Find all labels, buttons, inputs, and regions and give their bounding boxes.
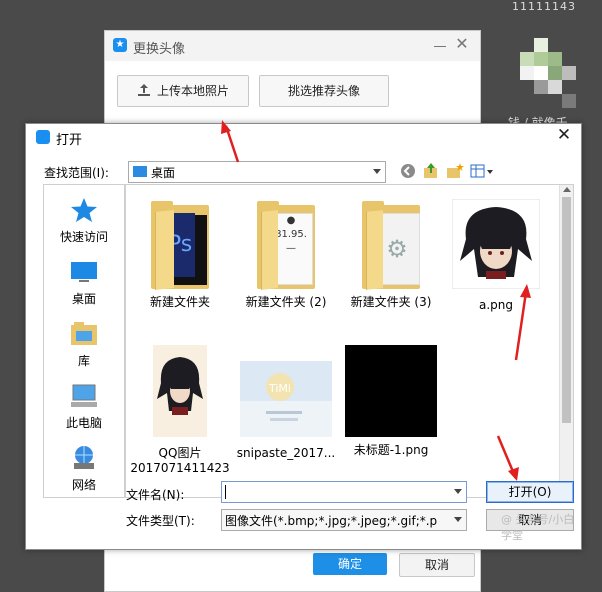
network-icon bbox=[74, 446, 94, 469]
close-icon[interactable]: ✕ bbox=[455, 36, 469, 52]
chevron-down-icon[interactable] bbox=[454, 489, 462, 494]
vertical-scrollbar[interactable] bbox=[559, 185, 573, 497]
look-in-select[interactable]: 桌面 bbox=[128, 161, 386, 183]
file-name: 新建文件夹 (3) bbox=[350, 295, 432, 309]
look-in-value: 桌面 bbox=[151, 166, 176, 180]
file-item[interactable]: ⚙ 新建文件夹 (3) bbox=[339, 201, 443, 310]
text-caret bbox=[225, 485, 226, 499]
recommended-avatar-button[interactable]: 挑选推荐头像 bbox=[259, 75, 389, 107]
chevron-down-icon[interactable] bbox=[373, 169, 381, 174]
dialog-app-icon bbox=[36, 130, 50, 144]
file-item[interactable]: a.png bbox=[444, 198, 548, 313]
upload-icon bbox=[137, 84, 150, 96]
view-menu-icon[interactable] bbox=[470, 162, 494, 180]
place-label: 此电脑 bbox=[65, 416, 102, 430]
chevron-down-icon[interactable] bbox=[454, 517, 462, 522]
upload-local-photo-button[interactable]: 上传本地照片 bbox=[117, 75, 249, 107]
watermark: @ 头条号/小白学堂 bbox=[501, 513, 575, 542]
place-library[interactable]: 库 bbox=[44, 321, 124, 369]
file-name: 新建文件夹 (2) bbox=[245, 295, 327, 309]
file-item[interactable]: TiMi snipaste_2017... bbox=[234, 361, 338, 461]
open-file-dialog: 打开 ✕ 查找范围(I): 桌面 快速访问 桌面 库 此电脑 网络 Ps 新建文… bbox=[25, 123, 582, 550]
filetype-label: 文件类型(T): bbox=[126, 514, 195, 528]
qq-ok-button[interactable]: 确定 bbox=[313, 553, 387, 575]
blurred-avatar bbox=[520, 38, 582, 108]
place-label: 桌面 bbox=[71, 292, 96, 306]
qq-cancel-button[interactable]: 取消 bbox=[399, 553, 475, 577]
qq-logo-icon: ★ bbox=[113, 38, 127, 52]
library-icon bbox=[71, 322, 97, 345]
file-list-view: Ps 新建文件夹 ● 81.95. — 新建文件夹 (2) ⚙ 新建文件夹 (3) bbox=[125, 184, 574, 498]
file-item[interactable]: Ps 新建文件夹 bbox=[128, 201, 232, 310]
file-item[interactable]: 未标题-1.png bbox=[339, 345, 443, 458]
upload-label: 上传本地照片 bbox=[156, 84, 229, 98]
desktop-icon bbox=[71, 262, 97, 282]
star-icon bbox=[71, 198, 97, 222]
file-item[interactable]: ● 81.95. — 新建文件夹 (2) bbox=[234, 201, 338, 310]
image-thumbnail bbox=[153, 345, 207, 437]
image-thumbnail: TiMi bbox=[240, 361, 332, 437]
file-name: snipaste_2017... bbox=[236, 446, 336, 460]
look-in-label: 查找范围(I): bbox=[44, 166, 109, 180]
open-button[interactable]: 打开(O) bbox=[486, 481, 574, 503]
places-bar: 快速访问 桌面 库 此电脑 网络 bbox=[43, 184, 125, 498]
file-name: 新建文件夹 bbox=[149, 295, 210, 309]
folder-icon: Ps bbox=[151, 201, 209, 290]
filetype-value: 图像文件(*.bmp;*.jpg;*.jpeg;*.gif;*.p bbox=[225, 514, 438, 528]
computer-icon bbox=[71, 384, 97, 407]
up-folder-icon[interactable] bbox=[422, 162, 440, 180]
desktop-small-icon bbox=[133, 166, 147, 177]
folder-icon: ● 81.95. — bbox=[257, 201, 315, 290]
filetype-select[interactable]: 图像文件(*.bmp;*.jpg;*.jpeg;*.gif;*.p bbox=[221, 509, 467, 531]
place-this-pc[interactable]: 此电脑 bbox=[44, 383, 124, 431]
image-thumbnail bbox=[451, 198, 541, 290]
recommend-label: 挑选推荐头像 bbox=[287, 84, 360, 98]
place-label: 快速访问 bbox=[59, 230, 108, 244]
file-name: QQ图片 bbox=[158, 446, 202, 460]
new-folder-icon[interactable] bbox=[446, 162, 464, 180]
file-name: 未标题-1.png bbox=[353, 443, 429, 457]
qq-window-title: 更换头像 bbox=[133, 42, 186, 57]
place-quick-access[interactable]: 快速访问 bbox=[44, 197, 124, 245]
file-name: a.png bbox=[478, 298, 513, 312]
filename-label: 文件名(N): bbox=[126, 488, 185, 502]
background-username: 11111143 bbox=[512, 0, 576, 13]
file-item[interactable]: QQ图片 2017071411423 bbox=[128, 345, 232, 476]
dialog-close-icon[interactable]: ✕ bbox=[556, 127, 572, 144]
minimize-icon[interactable] bbox=[433, 37, 447, 51]
place-desktop[interactable]: 桌面 bbox=[44, 259, 124, 307]
folder-icon: ⚙ bbox=[362, 201, 420, 290]
filename-input[interactable] bbox=[221, 481, 467, 503]
svg-text:TiMi: TiMi bbox=[268, 382, 291, 395]
image-thumbnail bbox=[345, 345, 437, 437]
scroll-up-icon[interactable] bbox=[563, 187, 571, 192]
back-icon[interactable] bbox=[399, 162, 417, 180]
scroll-thumb[interactable] bbox=[562, 197, 571, 423]
place-network[interactable]: 网络 bbox=[44, 445, 124, 493]
dialog-title: 打开 bbox=[56, 133, 83, 148]
place-label: 库 bbox=[77, 354, 90, 368]
file-name-line2: 2017071411423 bbox=[130, 461, 230, 475]
place-label: 网络 bbox=[71, 478, 96, 492]
